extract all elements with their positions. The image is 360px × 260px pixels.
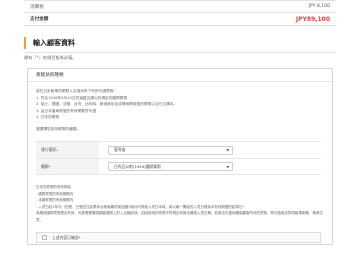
country-field-label: 發行國家 *	[36, 142, 99, 158]
license-card-heading: 駕駛執照種類	[28, 69, 332, 82]
section-title: 輸入顧客資料	[24, 37, 336, 49]
intro-line: 欲在日本租車的駕駛人必須持有下列許可證駕照：	[36, 89, 118, 93]
license-card: 駕駛執照種類 欲在日本租車的駕駛人必須持有下列許可證駕照： 1. 符合1949年…	[27, 68, 333, 245]
tax-value: JPY 8,100	[308, 4, 330, 9]
price-summary: 消費稅 JPY 8,100 支付金額 JPY89,100	[24, 0, 336, 26]
confirm-label: 上述內容已確認*	[52, 234, 81, 240]
validity-notes: 日本的駕照的有效期為 - 國際駕照的有效期間內 - 本國駕照的有效期間內 - 入…	[36, 184, 326, 224]
total-label: 支付金額	[30, 17, 49, 22]
intro-line: 4. 日本的駕照	[36, 115, 60, 120]
chevron-down-icon: ▼	[226, 164, 229, 169]
chevron-down-icon: ▼	[226, 148, 229, 152]
confirm-checkbox-row[interactable]: 上述內容已確認*	[36, 232, 321, 243]
note-line: - 本國駕照的有效期間內	[36, 198, 74, 203]
license-type-field-label: 種類 *	[36, 159, 99, 174]
required-note: 標有「*」的項目皆為必填。	[24, 55, 76, 61]
select-prompt: 請選擇您所持駕照的種類。	[36, 126, 81, 131]
license-type-label-text: 種類	[41, 163, 49, 169]
section-divider	[24, 52, 336, 53]
tax-label: 消費稅	[30, 4, 44, 10]
required-star: *	[56, 147, 59, 153]
total-row: 支付金額 JPY89,100	[24, 13, 336, 26]
total-value: JPY89,100	[295, 15, 330, 23]
intro-line: 2. 瑞士、德國、法國、台灣、比利時、斯洛維尼亞或摩納哥核發的駕照以及日文譯本。	[36, 102, 178, 107]
country-field-row: 發行國家 * 臺灣省 ▼	[36, 141, 321, 158]
required-star: *	[48, 164, 51, 169]
country-select[interactable]: 臺灣省 ▼	[108, 145, 233, 155]
license-type-select-value: 日內瓦公約(1949)國際駕照	[114, 163, 161, 169]
required-note-prefix: 標有「	[24, 55, 37, 60]
country-select-value: 臺灣省	[114, 147, 126, 152]
license-intro: 欲在日本租車的駕駛人必須持有下列許可證駕照： 1. 符合1949年9月19日的道…	[36, 88, 324, 133]
license-type-field-row: 種類 * 日內瓦公約(1949)國際駕照 ▼	[36, 158, 321, 175]
intro-line: 1. 符合1949年9月19日的道路交通公約規定的國際駕照	[36, 95, 128, 100]
required-note-suffix: 」的項目皆為必填。	[38, 55, 77, 60]
license-type-select[interactable]: 日內瓦公約(1949)國際駕照 ▼	[108, 162, 233, 171]
checkbox-icon[interactable]	[42, 235, 47, 240]
intro-line: 3. 由日本當局核發的有效駕駛許可證	[36, 108, 97, 113]
note-line: - 國際駕照的有效期間內	[36, 191, 74, 196]
note-line: 為確認國際駕照是否有效，可能需要確認顧客護照上的入出國紀錄。如因使用的駕照不符規…	[36, 211, 323, 222]
country-label-text: 發行國家	[41, 147, 57, 152]
tax-row: 消費稅 JPY 8,100	[24, 1, 336, 13]
note-line: - 入境日起1年內（但是，已登記住民票本台帳者離境後回國3個月內再度入境日本時，…	[36, 204, 246, 209]
note-line: 日本的駕照的有效期為	[36, 185, 71, 189]
